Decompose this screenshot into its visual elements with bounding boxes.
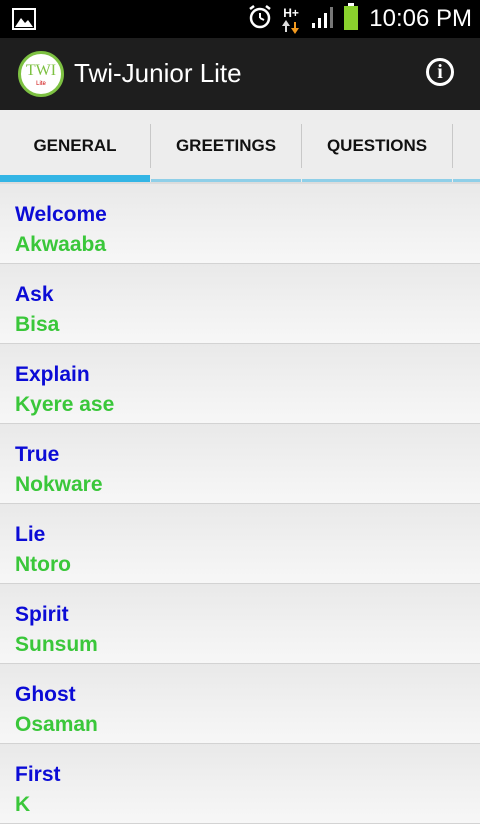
status-bar: H+ 10:06 PM [0, 0, 480, 38]
english-word: First [15, 763, 61, 786]
tab-bar: GENERAL GREETINGS QUESTIONS [0, 110, 480, 184]
logo-text: TWI [25, 62, 57, 79]
tab-greetings[interactable]: GREETINGS [151, 110, 301, 182]
english-word: Ask [15, 283, 54, 306]
list-item[interactable]: First K [0, 744, 480, 824]
english-word: Explain [15, 363, 90, 386]
tab-indicator [0, 175, 150, 182]
picture-icon [12, 8, 36, 35]
app-title: Twi-Junior Lite [74, 58, 242, 88]
list-item[interactable]: True Nokware [0, 424, 480, 504]
tab-underline [151, 179, 301, 182]
list-item[interactable]: Welcome Akwaaba [0, 184, 480, 264]
battery-icon [343, 2, 359, 36]
alarm-icon [247, 4, 273, 35]
twi-word: Kyere ase [15, 393, 115, 416]
app-logo[interactable]: TWI Lite [18, 51, 64, 97]
tab-general[interactable]: GENERAL [0, 110, 150, 182]
list-item[interactable]: Explain Kyere ase [0, 344, 480, 424]
network-type-label: H+ [283, 6, 299, 20]
tab-next-partial[interactable] [453, 110, 480, 182]
twi-word: Osaman [15, 713, 98, 736]
tab-underline [453, 179, 480, 182]
twi-word: Sunsum [15, 633, 98, 656]
word-list: Welcome Akwaaba Ask Bisa Explain Kyere a… [0, 184, 480, 824]
tab-underline [302, 179, 452, 182]
english-word: Ghost [15, 683, 76, 706]
english-word: Spirit [15, 603, 69, 626]
tab-label: GENERAL [33, 136, 117, 155]
twi-word: K [15, 793, 31, 816]
tab-label: GREETINGS [175, 136, 277, 155]
english-word: Lie [15, 523, 46, 546]
info-icon[interactable]: i [426, 58, 454, 86]
twi-word: Nokware [15, 473, 103, 496]
status-time: 10:06 PM [369, 5, 472, 32]
twi-word: Bisa [15, 313, 60, 336]
tab-label: QUESTIONS [326, 136, 428, 155]
action-bar: TWI Lite Twi-Junior Lite i [0, 38, 480, 110]
data-arrows-icon: H+ [281, 4, 303, 34]
english-word: Welcome [15, 203, 107, 226]
logo-subtext: Lite [36, 81, 46, 87]
signal-icon [311, 5, 335, 34]
tab-questions[interactable]: QUESTIONS [302, 110, 452, 182]
twi-word: Ntoro [15, 553, 71, 576]
english-word: True [15, 443, 60, 466]
list-item[interactable]: Spirit Sunsum [0, 584, 480, 664]
list-item[interactable]: Ghost Osaman [0, 664, 480, 744]
list-item[interactable]: Lie Ntoro [0, 504, 480, 584]
twi-word: Akwaaba [15, 233, 107, 256]
list-item[interactable]: Ask Bisa [0, 264, 480, 344]
